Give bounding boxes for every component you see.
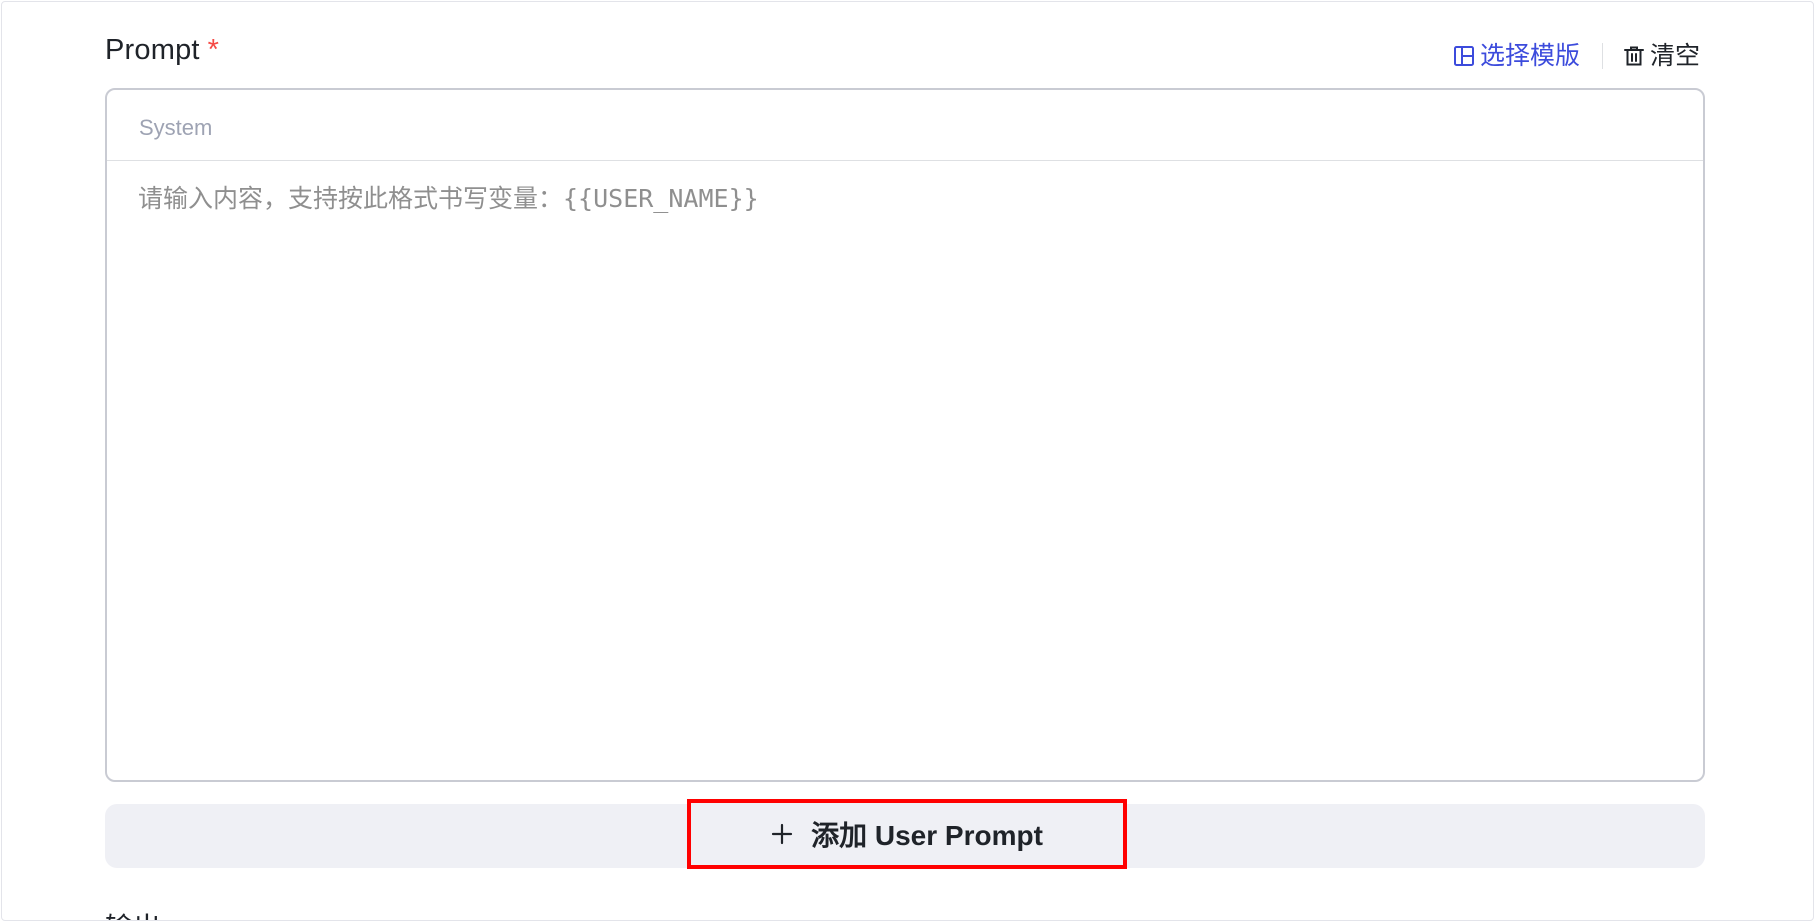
output-section-title: 输出 bbox=[105, 908, 161, 920]
select-template-label: 选择模版 bbox=[1479, 42, 1580, 70]
required-marker: * bbox=[207, 34, 220, 66]
system-prompt-input[interactable] bbox=[138, 181, 1668, 741]
clear-label: 清空 bbox=[1649, 42, 1700, 70]
layout-template-icon bbox=[1453, 45, 1475, 67]
role-label: System bbox=[139, 115, 213, 140]
prompt-actions: 选择模版 清空 bbox=[1453, 38, 1705, 74]
prompt-title-label: Prompt bbox=[105, 34, 200, 66]
add-user-prompt-label: 添加 User Prompt bbox=[811, 820, 1043, 851]
prompt-title: Prompt * bbox=[105, 32, 219, 68]
prompt-header: Prompt * 选择模版 清空 bbox=[105, 32, 1705, 72]
role-bar: System bbox=[107, 90, 1703, 161]
plus-icon bbox=[771, 823, 793, 845]
clear-button[interactable]: 清空 bbox=[1623, 41, 1700, 71]
add-user-prompt-button[interactable]: 添加 User Prompt bbox=[687, 799, 1127, 869]
actions-divider bbox=[1601, 43, 1603, 69]
prompt-panel: Prompt * 选择模版 清空 System 请输入内容，支持按此格式书写变量… bbox=[1, 1, 1814, 921]
add-user-prompt-bar: 添加 User Prompt bbox=[105, 799, 1705, 869]
trash-icon bbox=[1623, 45, 1645, 67]
system-prompt-editor: System bbox=[105, 88, 1705, 782]
editor-body bbox=[107, 181, 1703, 741]
select-template-button[interactable]: 选择模版 bbox=[1453, 41, 1580, 71]
